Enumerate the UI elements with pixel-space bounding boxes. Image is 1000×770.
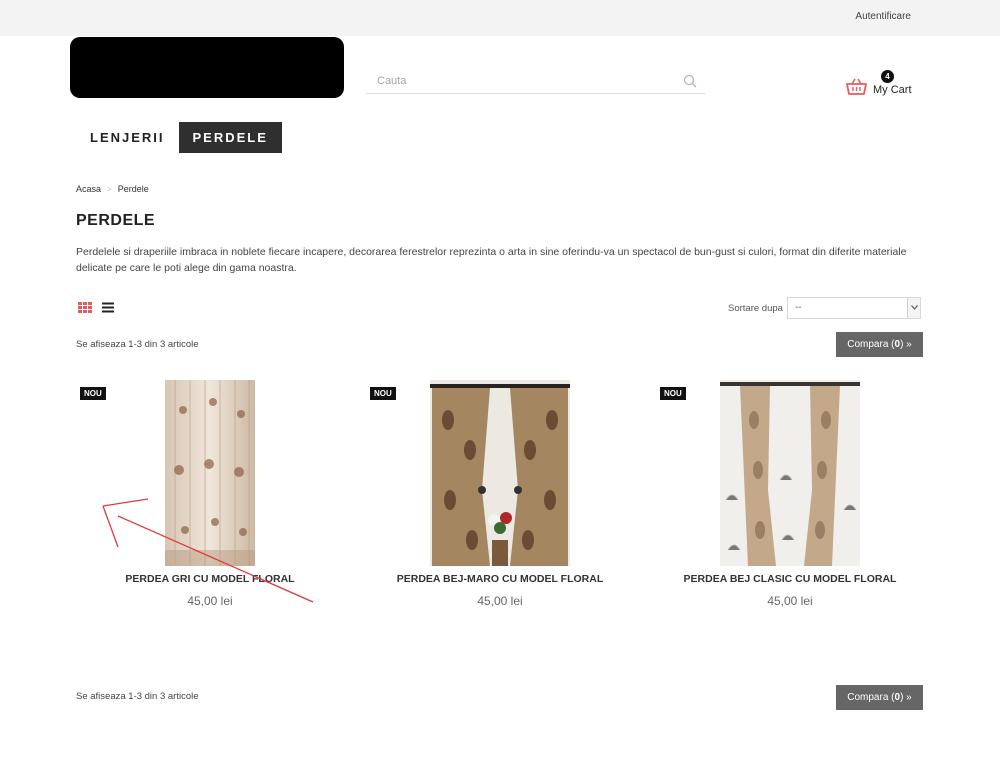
site-logo[interactable] [70,37,344,98]
compare-label: Compara ( [847,339,895,350]
results-count-bottom: Se afiseaza 1-3 din 3 articole [76,691,199,702]
product-card: NOU PERDEA GRI CU MODEL FLORAL 45,00 lei [80,380,340,620]
list-view-icon[interactable] [101,302,115,313]
product-image[interactable] [430,380,570,566]
new-badge: NOU [660,387,686,400]
breadcrumb: Acasa > Perdele [76,184,149,194]
cart-button[interactable]: 4 My Cart [846,70,916,100]
product-name[interactable]: PERDEA BEJ-MARO CU MODEL FLORAL [370,573,630,585]
breadcrumb-current: Perdele [117,184,149,194]
compare-suffix: ) » [900,339,912,350]
page-title: PERDELE [76,212,156,229]
sort-select[interactable]: -- [786,297,921,319]
product-price: 45,00 lei [477,594,523,608]
basket-icon [846,78,867,95]
product-price: 45,00 lei [767,594,813,608]
compare-suffix: ) » [900,692,912,703]
search-bar [366,68,705,94]
nav-item-perdele[interactable]: PERDELE [178,122,282,153]
product-card: NOU PERDEA BEJ-MARO CU MODEL FLORAL 45,0… [370,380,630,620]
nav-item-lenjerii[interactable]: LENJERII [76,122,179,153]
category-description: Perdelele si draperiile imbraca in noble… [76,246,907,274]
sort-control: Sortare dupa -- [728,297,921,319]
grid-view-icon[interactable] [78,301,92,313]
cart-label: My Cart [873,84,912,96]
product-image[interactable] [165,380,255,566]
compare-button-bottom[interactable]: Compara (0) » [836,685,923,710]
search-input[interactable] [366,68,666,94]
chevron-down-icon [906,298,920,318]
top-bar: Autentificare [0,0,1000,36]
sort-label: Sortare dupa [728,302,783,314]
product-name[interactable]: PERDEA BEJ CLASIC CU MODEL FLORAL [660,573,920,585]
results-count-top: Se afiseaza 1-3 din 3 articole [76,339,199,350]
breadcrumb-separator: > [107,185,112,194]
sort-select-value: -- [794,302,802,313]
breadcrumb-home[interactable]: Acasa [76,184,101,194]
view-toggle [78,300,115,314]
product-name[interactable]: PERDEA GRI CU MODEL FLORAL [80,573,340,585]
cart-count-badge: 4 [881,70,894,83]
compare-button-top[interactable]: Compara (0) » [836,332,923,357]
login-link[interactable]: Autentificare [855,11,911,22]
new-badge: NOU [80,387,106,400]
compare-label: Compara ( [847,692,895,703]
product-price: 45,00 lei [187,594,233,608]
main-nav: LENJERII PERDELE [76,122,282,153]
product-card: NOU PERDEA BEJ CLASIC CU MODEL FLORAL 45… [660,380,920,620]
product-image[interactable] [720,380,860,566]
search-icon[interactable] [683,74,697,88]
new-badge: NOU [370,387,396,400]
